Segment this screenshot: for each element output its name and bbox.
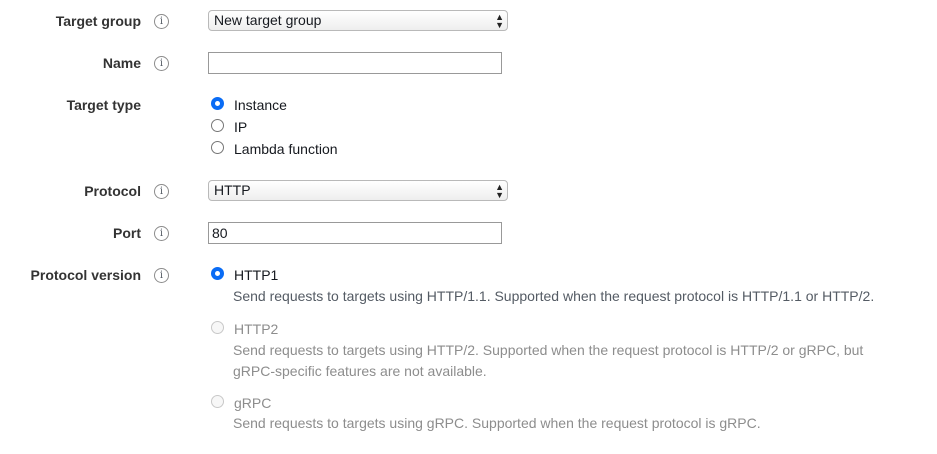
protocol-info-icon[interactable]: i <box>154 184 169 199</box>
name-info-icon[interactable]: i <box>154 56 169 71</box>
target-type-instance-radio[interactable] <box>211 97 224 110</box>
protocol-version-http1-description: Send requests to targets using HTTP/1.1.… <box>233 288 875 304</box>
protocol-version-grpc-label: gRPC <box>234 395 272 411</box>
select-arrows-icon: ▲ ▼ <box>495 11 504 30</box>
port-input[interactable]: 80 <box>208 222 502 244</box>
protocol-select[interactable]: HTTP ▲ ▼ <box>208 180 508 201</box>
protocol-version-http1-radio[interactable] <box>211 267 224 280</box>
protocol-label: Protocol <box>84 183 141 199</box>
name-label: Name <box>102 55 141 71</box>
target-type-lambda-radio[interactable] <box>211 141 224 154</box>
target-type-ip-label[interactable]: IP <box>234 119 247 135</box>
protocol-version-info-icon[interactable]: i <box>154 268 169 283</box>
port-info-icon[interactable]: i <box>154 226 169 241</box>
target-type-lambda-label[interactable]: Lambda function <box>234 141 338 157</box>
protocol-version-http2-label: HTTP2 <box>234 321 279 337</box>
target-group-select-value: New target group <box>214 12 322 28</box>
protocol-version-grpc-description: Send requests to targets using gRPC. Sup… <box>233 415 761 431</box>
select-arrows-icon: ▲ ▼ <box>495 181 504 200</box>
target-group-label: Target group <box>55 13 141 29</box>
protocol-version-grpc-radio[interactable] <box>211 395 224 408</box>
target-type-instance-label[interactable]: Instance <box>234 97 287 113</box>
protocol-version-http2-description: Send requests to targets using HTTP/2. S… <box>233 342 864 379</box>
port-label: Port <box>113 225 141 241</box>
target-type-ip-radio[interactable] <box>211 119 224 132</box>
target-group-select[interactable]: New target group ▲ ▼ <box>208 10 508 31</box>
name-input[interactable] <box>208 52 502 74</box>
protocol-version-http1-label[interactable]: HTTP1 <box>234 267 278 283</box>
target-type-label: Target type <box>66 97 141 113</box>
protocol-version-http2-radio[interactable] <box>211 321 224 334</box>
protocol-select-value: HTTP <box>214 182 251 198</box>
protocol-version-label: Protocol version <box>30 267 141 283</box>
target-group-info-icon[interactable]: i <box>154 14 169 29</box>
